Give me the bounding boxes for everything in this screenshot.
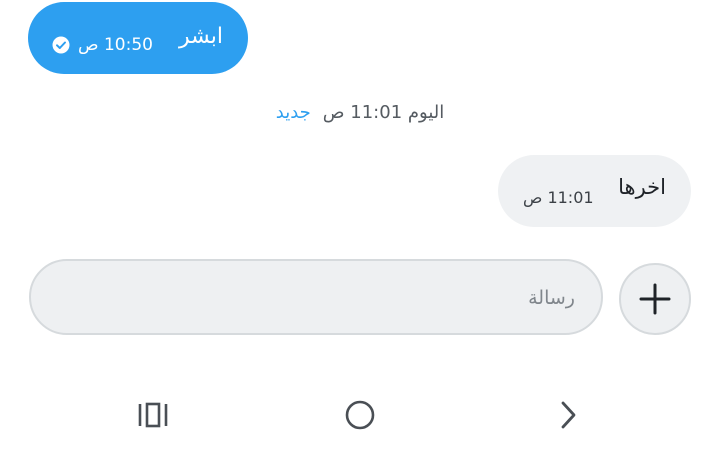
plus-icon <box>639 283 671 315</box>
message-input[interactable] <box>55 281 577 315</box>
message-composer[interactable] <box>29 259 603 335</box>
date-separator-label: اليوم 11:01 ص <box>322 102 445 123</box>
add-attachment-button[interactable] <box>619 263 691 335</box>
sent-message-text: ابشر <box>179 24 223 49</box>
sent-message-meta: 10:50 ص <box>52 35 153 55</box>
back-button[interactable] <box>543 390 593 440</box>
recents-icon <box>138 402 168 428</box>
home-button[interactable] <box>335 390 385 440</box>
chat-screen: ابشر 10:50 ص اليوم 11:01 ص جديد اخرها 11… <box>0 0 720 456</box>
home-circle-icon <box>345 400 375 430</box>
date-separator: اليوم 11:01 ص جديد <box>0 102 720 123</box>
sent-message-time: 10:50 ص <box>78 35 153 55</box>
chevron-right-icon <box>561 401 576 429</box>
sent-message-bubble[interactable]: ابشر 10:50 ص <box>28 2 248 74</box>
recents-button[interactable] <box>128 390 178 440</box>
received-message-time: 11:01 ص <box>523 188 594 207</box>
check-circle-icon <box>52 36 70 54</box>
received-message-text: اخرها <box>618 175 666 199</box>
received-message-bubble[interactable]: اخرها 11:01 ص <box>498 155 691 227</box>
new-messages-label: جديد <box>275 102 311 123</box>
system-navigation-bar <box>0 390 720 440</box>
